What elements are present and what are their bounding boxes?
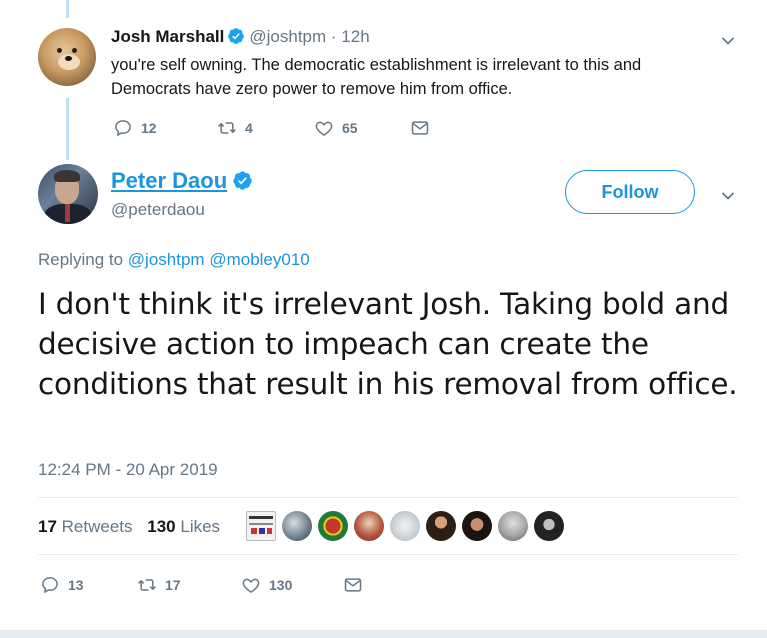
liker-avatar[interactable] xyxy=(246,511,276,541)
mention-link[interactable]: @mobley010 xyxy=(209,250,309,269)
liker-avatar[interactable] xyxy=(426,511,456,541)
avatar-hair xyxy=(54,170,80,182)
likes-stat[interactable]: 130 Likes xyxy=(147,517,220,536)
verified-badge-icon xyxy=(233,171,252,190)
main-tweet-text: I don't think it's irrelevant Josh. Taki… xyxy=(38,287,738,401)
retweet-button[interactable]: 17 xyxy=(137,575,241,595)
tweet-stats: 17 Retweets 130 Likes xyxy=(38,517,220,537)
tweet-timestamp[interactable]: 12:24 PM - 20 Apr 2019 xyxy=(38,460,218,480)
like-button[interactable]: 65 xyxy=(314,118,410,138)
chevron-down-icon[interactable] xyxy=(721,34,735,48)
reply-button[interactable]: 13 xyxy=(40,575,137,595)
liker-avatars xyxy=(246,511,570,541)
retweet-total: 17 xyxy=(38,517,57,536)
likes-label: Likes xyxy=(180,517,221,536)
avatar-eye xyxy=(57,48,62,53)
liker-avatar[interactable] xyxy=(354,511,384,541)
liker-avatar[interactable] xyxy=(282,511,312,541)
bottom-separator xyxy=(0,630,767,638)
main-author-handle[interactable]: @peterdaou xyxy=(111,200,205,220)
retweets-stat[interactable]: 17 Retweets xyxy=(38,517,133,536)
retweet-count: 17 xyxy=(165,577,181,593)
avatar-josh-marshall[interactable] xyxy=(38,28,96,86)
reply-header: Josh Marshall @joshtpm · 12h xyxy=(111,27,370,47)
retweet-count: 4 xyxy=(245,120,253,136)
like-count: 65 xyxy=(342,120,358,136)
reply-author-handle[interactable]: @joshtpm xyxy=(249,27,326,46)
envelope-icon xyxy=(344,578,362,592)
thread-connector xyxy=(66,98,69,160)
heart-icon xyxy=(315,121,333,136)
dm-button[interactable] xyxy=(410,118,438,138)
heart-icon xyxy=(242,578,260,593)
reply-time[interactable]: · 12h xyxy=(331,27,370,46)
reply-count: 13 xyxy=(68,577,84,593)
like-count: 130 xyxy=(269,577,293,593)
liker-avatar[interactable] xyxy=(498,511,528,541)
like-button[interactable]: 130 xyxy=(241,575,343,595)
mention-link[interactable]: @joshtpm xyxy=(128,250,205,269)
liker-avatar[interactable] xyxy=(390,511,420,541)
reply-button[interactable]: 12 xyxy=(113,118,217,138)
reply-author-name[interactable]: Josh Marshall xyxy=(111,27,224,46)
avatar-peter-daou[interactable] xyxy=(38,164,98,224)
liker-avatar[interactable] xyxy=(318,511,348,541)
replying-to: Replying to @joshtpm @mobley010 xyxy=(38,250,310,270)
avatar-eye xyxy=(72,48,77,53)
reply-icon xyxy=(115,120,131,136)
envelope-icon xyxy=(411,121,429,135)
reply-count: 12 xyxy=(141,120,157,136)
reply-icon xyxy=(42,577,58,593)
liker-avatar[interactable] xyxy=(462,511,492,541)
like-total: 130 xyxy=(147,517,176,536)
avatar-nose xyxy=(65,56,72,61)
dm-button[interactable] xyxy=(343,575,371,595)
divider xyxy=(38,554,738,555)
replying-prefix: Replying to xyxy=(38,250,124,269)
main-author-name-row[interactable]: Peter Daou xyxy=(111,168,253,194)
thread-connector-top xyxy=(66,0,69,18)
divider xyxy=(38,497,738,498)
retweet-icon xyxy=(138,579,156,591)
retweet-icon xyxy=(218,122,236,134)
main-tweet-actions: 13 17 130 xyxy=(40,575,371,595)
retweet-button[interactable]: 4 xyxy=(217,118,314,138)
main-author-name[interactable]: Peter Daou xyxy=(111,168,227,193)
follow-button[interactable]: Follow xyxy=(565,170,695,214)
avatar-tie xyxy=(65,204,70,222)
chevron-down-icon[interactable] xyxy=(721,189,735,203)
verified-badge-icon xyxy=(228,28,245,44)
reply-text: you're self owning. The democratic estab… xyxy=(111,56,642,98)
reply-actions: 12 4 65 xyxy=(113,118,438,138)
retweets-label: Retweets xyxy=(61,517,133,536)
liker-avatar[interactable] xyxy=(534,511,564,541)
